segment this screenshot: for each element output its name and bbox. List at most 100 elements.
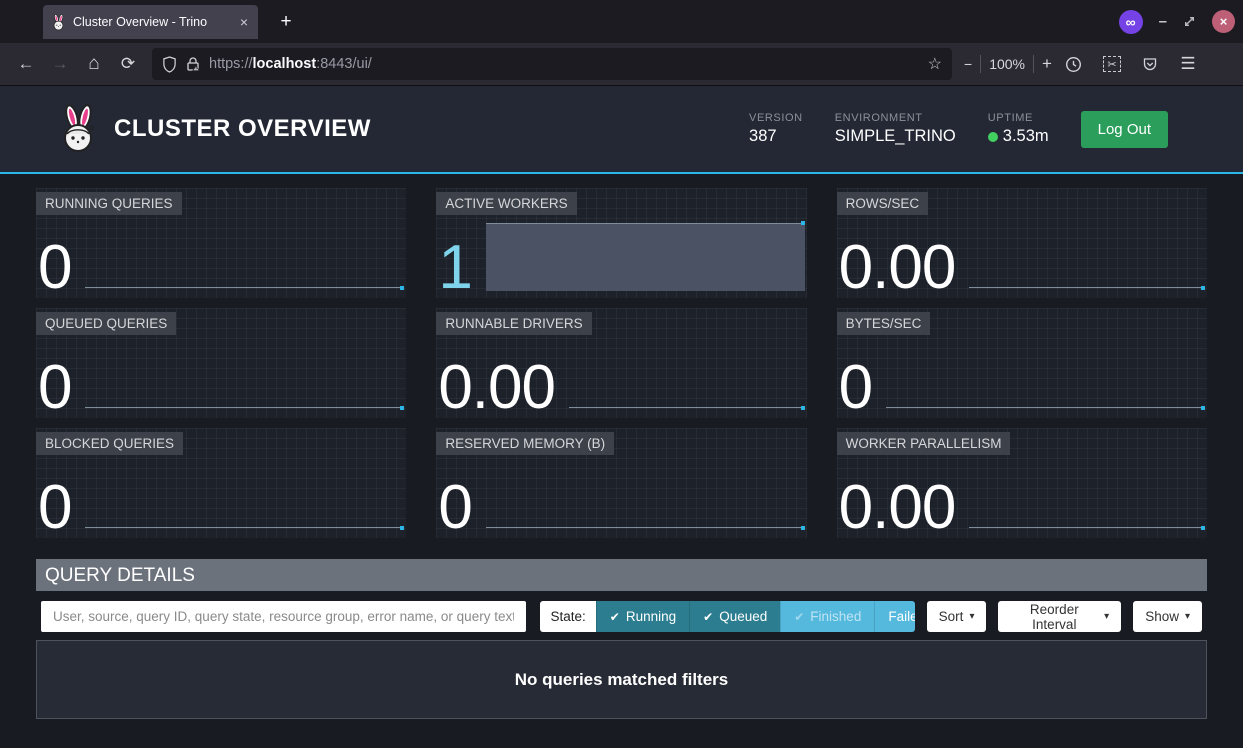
stat-tile-running-queries: RUNNING QUERIES 0	[36, 188, 406, 298]
caret-down-icon: ▾	[1185, 612, 1190, 622]
state-button-label: Running	[626, 609, 676, 624]
caret-down-icon: ▾	[1104, 612, 1109, 622]
query-details-section: QUERY DETAILS State: ✔ Running ✔ Queued …	[36, 559, 1207, 719]
lock-warning-icon[interactable]	[185, 56, 201, 72]
environment-value: SIMPLE_TRINO	[835, 127, 956, 146]
stat-value: 0	[38, 239, 71, 296]
stat-label: ACTIVE WORKERS	[436, 192, 576, 215]
reload-icon[interactable]: ⟳	[112, 49, 144, 79]
browser-toolbar: ← → ⌂ ⟳ https://localhost:8443/ui/ ☆ − 1…	[0, 43, 1243, 86]
zoom-level[interactable]: 100%	[989, 56, 1025, 72]
private-browsing-icon: ∞	[1119, 10, 1143, 34]
tab-title: Cluster Overview - Trino	[73, 15, 231, 29]
stat-label: RUNNABLE DRIVERS	[436, 312, 591, 335]
cluster-header: CLUSTER OVERVIEW VERSION 387 ENVIRONMENT…	[0, 86, 1243, 174]
query-search-input[interactable]	[41, 601, 526, 632]
state-button-finished[interactable]: ✔ Finished	[780, 601, 874, 632]
scissors-icon: ✂	[1107, 58, 1116, 71]
stat-value: 0.00	[438, 359, 555, 416]
screenshot-icon[interactable]: ✂	[1096, 49, 1128, 79]
stat-value: 1	[438, 239, 471, 296]
state-button-label: Failed	[888, 609, 914, 624]
window-close-button[interactable]: ×	[1212, 10, 1235, 33]
stat-value: 0	[38, 479, 71, 536]
zoom-out-icon[interactable]: −	[964, 56, 972, 72]
url-path: :8443/ui/	[316, 56, 372, 72]
version-block: VERSION 387	[749, 112, 803, 146]
uptime-block: UPTIME 3.53m	[988, 112, 1049, 146]
check-icon: ✔	[703, 610, 713, 624]
trino-favicon	[51, 14, 66, 31]
stat-label: BLOCKED QUERIES	[36, 432, 183, 455]
menu-hamburger-icon[interactable]: ☰	[1172, 49, 1204, 79]
window-minimize-button[interactable]: –	[1159, 13, 1167, 30]
state-button-label: Queued	[719, 609, 767, 624]
sparkline	[85, 454, 404, 536]
stat-value: 0	[438, 479, 471, 536]
url-host: localhost	[253, 56, 317, 72]
window-restore-button[interactable]	[1183, 15, 1196, 28]
state-button-queued[interactable]: ✔ Queued	[689, 601, 780, 632]
sort-label: Sort	[939, 609, 964, 624]
stat-tile-reserved-memory: RESERVED MEMORY (B) 0	[436, 428, 806, 538]
stat-label: ROWS/SEC	[837, 192, 929, 215]
page-title: CLUSTER OVERVIEW	[114, 115, 749, 143]
sparkline	[569, 334, 805, 416]
stat-value: 0.00	[839, 479, 956, 536]
check-icon: ✔	[794, 610, 804, 624]
trino-logo	[58, 104, 98, 154]
zoom-in-icon[interactable]: +	[1042, 54, 1052, 74]
sort-dropdown[interactable]: Sort ▾	[927, 601, 987, 632]
sparkline	[486, 214, 805, 296]
stat-tile-rows-sec: ROWS/SEC 0.00	[837, 188, 1207, 298]
stat-label: WORKER PARALLELISM	[837, 432, 1011, 455]
home-icon[interactable]: ⌂	[78, 49, 110, 79]
uptime-value: 3.53m	[1003, 127, 1049, 146]
query-results-panel: No queries matched filters	[36, 640, 1207, 719]
url-text[interactable]: https://localhost:8443/ui/	[209, 56, 920, 72]
state-button-label: Finished	[810, 609, 861, 624]
pocket-icon[interactable]	[1134, 49, 1166, 79]
stats-grid: RUNNING QUERIES 0 ACTIVE WORKERS 1 ROWS/…	[36, 188, 1207, 538]
separator	[980, 55, 981, 73]
browser-tab-bar: Cluster Overview - Trino × + ∞ – ×	[0, 0, 1243, 43]
check-icon: ✔	[610, 610, 620, 624]
version-label: VERSION	[749, 112, 803, 124]
stat-value: 0	[839, 359, 872, 416]
logout-button[interactable]: Log Out	[1081, 111, 1168, 148]
back-icon[interactable]: ←	[10, 49, 42, 79]
stat-label: RESERVED MEMORY (B)	[436, 432, 614, 455]
environment-block: ENVIRONMENT SIMPLE_TRINO	[835, 112, 956, 146]
history-clock-icon[interactable]	[1058, 49, 1090, 79]
state-button-failed-dropdown[interactable]: Failed ▾	[874, 601, 914, 632]
state-filter-group: State: ✔ Running ✔ Queued ✔ Finished Fai…	[540, 601, 914, 632]
forward-icon[interactable]: →	[44, 49, 76, 79]
stat-tile-bytes-sec: BYTES/SEC 0	[837, 308, 1207, 418]
tab-close-icon[interactable]: ×	[238, 14, 250, 30]
browser-tab[interactable]: Cluster Overview - Trino ×	[43, 5, 258, 39]
url-protocol: https://	[209, 56, 253, 72]
stat-tile-active-workers: ACTIVE WORKERS 1	[436, 188, 806, 298]
stat-label: BYTES/SEC	[837, 312, 931, 335]
environment-label: ENVIRONMENT	[835, 112, 956, 124]
stat-value: 0.00	[839, 239, 956, 296]
status-dot	[988, 132, 998, 142]
reorder-interval-dropdown[interactable]: Reorder Interval ▾	[998, 601, 1121, 632]
tracking-shield-icon[interactable]	[162, 56, 177, 73]
empty-message: No queries matched filters	[515, 670, 729, 690]
state-label: State:	[540, 601, 595, 632]
sparkline	[969, 214, 1205, 296]
caret-down-icon: ▾	[969, 612, 974, 622]
reorder-interval-label: Reorder Interval	[1010, 602, 1098, 632]
new-tab-button[interactable]: +	[272, 8, 300, 36]
show-dropdown[interactable]: Show ▾	[1133, 601, 1202, 632]
show-label: Show	[1145, 609, 1179, 624]
state-button-running[interactable]: ✔ Running	[596, 601, 689, 632]
url-bar[interactable]: https://localhost:8443/ui/ ☆	[152, 48, 952, 80]
sparkline	[85, 334, 404, 416]
sparkline	[85, 214, 404, 296]
sparkline	[969, 454, 1205, 536]
version-value: 387	[749, 127, 803, 146]
bookmark-star-icon[interactable]: ☆	[928, 54, 942, 74]
stat-tile-queued-queries: QUEUED QUERIES 0	[36, 308, 406, 418]
